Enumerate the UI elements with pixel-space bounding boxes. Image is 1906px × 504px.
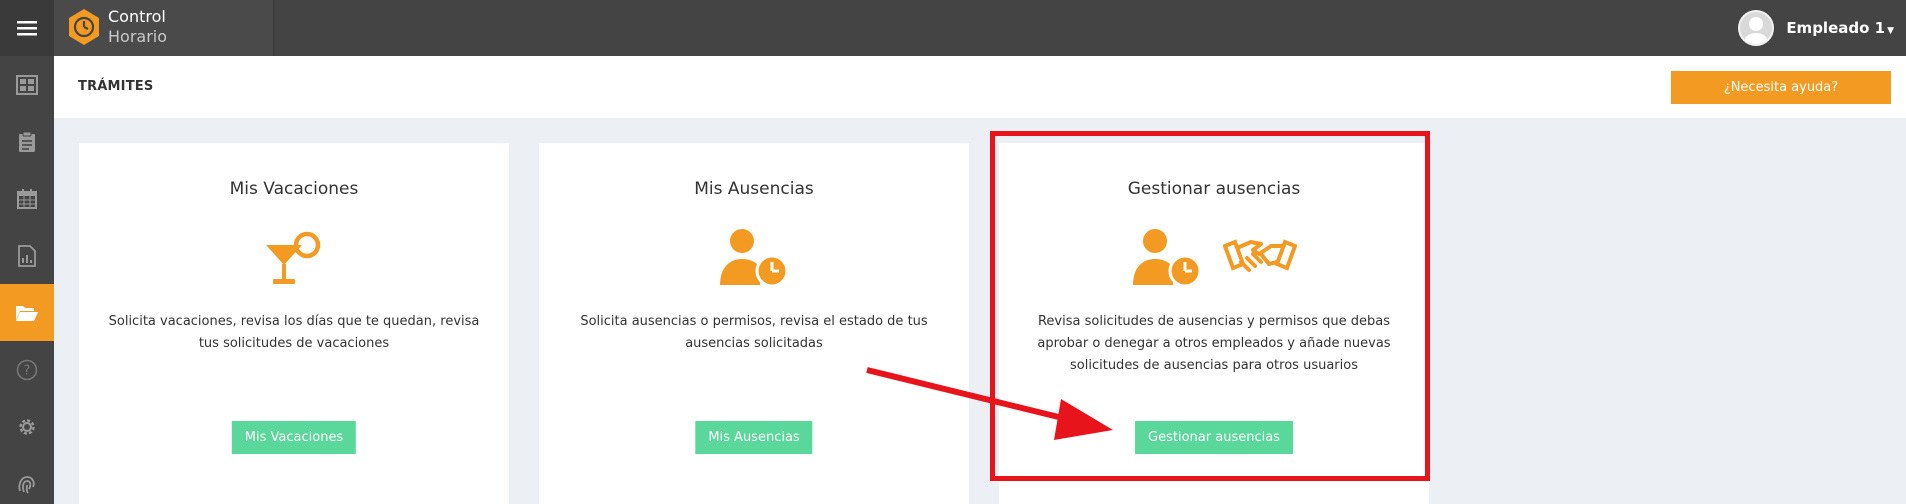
user-clock-icon [1133, 229, 1202, 288]
hamburger-icon [17, 21, 37, 36]
card-icons [539, 223, 969, 293]
card-description: Revisa solicitudes de ausencias y permis… [1037, 314, 1391, 373]
sidebar-item-settings[interactable] [0, 398, 54, 455]
folder-open-icon [16, 305, 38, 321]
sidebar-item-fingerprint[interactable] [0, 455, 54, 504]
user-clock-icon [720, 229, 789, 288]
calendar-icon [17, 188, 37, 209]
svg-text:?: ? [24, 363, 31, 378]
user-name: Empleado 1 ▼ [1786, 19, 1894, 37]
card-mis-ausencias: Mis Ausencias Solicita ausencias o permi… [539, 143, 969, 504]
mis-ausencias-button[interactable]: Mis Ausencias [695, 421, 813, 454]
card-title: Gestionar ausencias [1127, 179, 1301, 199]
page-title: TRÁMITES [78, 79, 154, 94]
hamburger-menu-button[interactable] [0, 0, 54, 56]
clipboard-icon [19, 131, 35, 152]
cocktail-icon [266, 231, 321, 284]
caret-down-icon: ▼ [1887, 26, 1894, 36]
sidebar-item-dashboard[interactable] [0, 56, 54, 113]
brand-name-line2: Horario [108, 27, 168, 46]
sidebar-item-tramites[interactable] [0, 284, 54, 341]
avatar [1738, 10, 1775, 46]
user-silhouette-icon [1744, 17, 1769, 44]
clock-logo-icon [69, 9, 99, 45]
gestionar-ausencias-button[interactable]: Gestionar ausencias [1135, 421, 1293, 454]
sidebar-item-calendar[interactable] [0, 170, 54, 227]
sidebar-item-clipboard[interactable] [0, 113, 54, 170]
page-header: TRÁMITES ¿Necesita ayuda? [54, 56, 1906, 118]
card-description: Solicita vacaciones, revisa los días que… [108, 314, 480, 351]
card-title: Mis Vacaciones [229, 179, 359, 199]
card-icons [999, 223, 1429, 293]
card-mis-vacaciones: Mis Vacaciones Solicita vacaciones, revi… [79, 143, 509, 504]
card-description: Solicita ausencias o permisos, revisa el… [580, 314, 928, 351]
help-button[interactable]: ¿Necesita ayuda? [1671, 71, 1891, 104]
mis-vacaciones-button[interactable]: Mis Vacaciones [231, 421, 357, 454]
top-bar: Control Horario Empleado 1 ▼ [0, 0, 1906, 56]
gear-icon [19, 418, 35, 435]
dashboard-icon [16, 74, 38, 95]
card-gestionar-ausencias: Gestionar ausencias Revisa solicitudes d… [999, 143, 1429, 504]
card-icons [79, 223, 509, 293]
user-menu[interactable]: Empleado 1 ▼ [1738, 0, 1894, 56]
fingerprint-icon [18, 475, 35, 494]
handshake-icon [1223, 239, 1297, 272]
card-title: Mis Ausencias [694, 179, 814, 199]
report-icon [18, 244, 36, 267]
brand-logo-area[interactable]: Control Horario [54, 0, 274, 56]
sidebar-item-reports[interactable] [0, 227, 54, 284]
brand-name-line1: Control [108, 7, 166, 26]
help-icon: ? [16, 359, 38, 380]
sidebar: ? [0, 56, 54, 504]
sidebar-item-help[interactable]: ? [0, 341, 54, 398]
